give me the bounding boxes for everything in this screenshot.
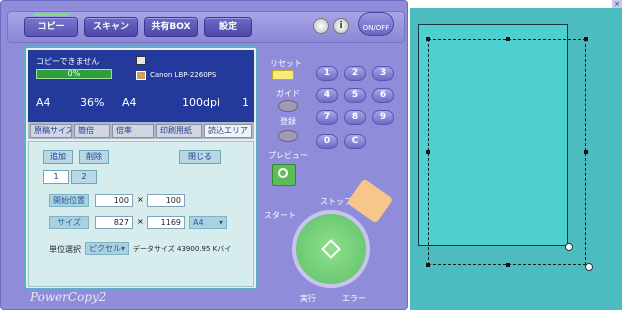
key-4[interactable]: 4	[316, 88, 338, 103]
preview-button[interactable]	[272, 164, 296, 186]
reset-button[interactable]	[272, 70, 294, 80]
resize-handle[interactable]	[584, 150, 588, 154]
resize-handle[interactable]	[506, 263, 510, 267]
dpi-value: 100dpi	[182, 96, 221, 109]
scan-area-panel: 追加 削除 閉じる 1 2 開始位置 100 × 100 サイズ 827 × 1…	[28, 141, 254, 287]
key-3[interactable]: 3	[372, 66, 394, 81]
resize-handle[interactable]	[426, 150, 430, 154]
key-2[interactable]: 2	[344, 66, 366, 81]
resize-handle[interactable]	[426, 263, 430, 267]
help-icon[interactable]: i	[333, 18, 349, 34]
printer-icon	[136, 56, 146, 65]
unit-select-value: ピクセル	[89, 244, 121, 253]
progress-bar: 0%	[36, 69, 112, 79]
scan-area-selection[interactable]	[428, 39, 586, 265]
key-7[interactable]: 7	[316, 110, 338, 125]
guide-button[interactable]	[278, 100, 298, 112]
page-tab-1[interactable]: 1	[43, 170, 69, 184]
key-1[interactable]: 1	[316, 66, 338, 81]
preview-label: プレビュー	[268, 151, 308, 160]
tab-zoom[interactable]: 倍率	[112, 124, 154, 138]
x-separator-2: ×	[137, 217, 144, 226]
unit-label: 単位選択	[49, 245, 81, 254]
page-marker-1	[565, 243, 573, 251]
reset-label: リセット	[270, 59, 302, 68]
copies-value: 1	[242, 96, 249, 109]
x-separator: ×	[137, 195, 144, 204]
chevron-down-icon: ▾	[218, 218, 223, 227]
power-button[interactable]: ON/OFF	[358, 12, 394, 36]
guide-label: ガイド	[276, 89, 300, 98]
start-y-field[interactable]: 100	[147, 194, 185, 207]
run-label: 実行	[300, 294, 316, 303]
power-label: ON/OFF	[362, 24, 390, 32]
progress-text: 0%	[67, 69, 81, 78]
tab-copy[interactable]: コピー	[24, 13, 78, 37]
tab-shared-box[interactable]: 共有BOX	[144, 17, 198, 37]
tab-original-size[interactable]: 原稿サイズ	[30, 124, 72, 138]
resize-handle[interactable]	[584, 37, 588, 41]
resize-handle[interactable]	[506, 37, 510, 41]
error-label: エラー	[342, 294, 366, 303]
key-0[interactable]: 0	[316, 134, 338, 149]
start-button[interactable]	[292, 210, 370, 288]
tab-print-paper[interactable]: 印刷用紙	[156, 124, 202, 138]
save-button[interactable]	[278, 130, 298, 142]
tab-simple-zoom[interactable]: 簡倍	[74, 124, 110, 138]
paper-in: A4	[36, 96, 51, 109]
zoom-value: 36%	[80, 96, 105, 109]
close-icon[interactable]: ×	[612, 0, 622, 8]
key-clear[interactable]: C	[344, 134, 366, 149]
device-icon	[136, 71, 146, 80]
size-label: サイズ	[49, 216, 89, 229]
resize-handle[interactable]	[426, 37, 430, 41]
magnifier-icon	[278, 168, 288, 178]
save-label: 登録	[280, 117, 296, 126]
tab-scan[interactable]: スキャン	[84, 17, 138, 37]
paper-out: A4	[122, 96, 137, 109]
tab-scan-area[interactable]: 読込エリア	[204, 124, 252, 138]
paper-select[interactable]: A4 ▾	[189, 216, 227, 229]
app-logo: PowerCopy2	[30, 290, 107, 304]
start-position-label: 開始位置	[49, 194, 89, 207]
size-height-field[interactable]: 1169	[147, 216, 185, 229]
key-5[interactable]: 5	[344, 88, 366, 103]
start-x-field[interactable]: 100	[95, 194, 133, 207]
close-button[interactable]: 閉じる	[179, 150, 221, 164]
status-text: コピーできません	[36, 57, 100, 66]
key-6[interactable]: 6	[372, 88, 394, 103]
key-8[interactable]: 8	[344, 110, 366, 125]
unit-select[interactable]: ピクセル ▾	[85, 242, 129, 255]
start-label: スタート	[264, 211, 296, 220]
key-9[interactable]: 9	[372, 110, 394, 125]
info-icon[interactable]	[313, 18, 329, 34]
page-marker-2	[585, 263, 593, 271]
data-size-text: データサイズ 43900.95 Kバイ	[133, 245, 232, 253]
size-width-field[interactable]: 827	[95, 216, 133, 229]
add-button[interactable]: 追加	[43, 150, 73, 164]
page-tab-2[interactable]: 2	[71, 170, 97, 184]
start-icon	[321, 239, 341, 259]
paper-select-value: A4	[193, 218, 204, 227]
copy-panel: コピーできません 0% Canon LBP-2260PS A4 36% A4 1…	[24, 46, 258, 290]
printer-name: Canon LBP-2260PS	[150, 71, 217, 79]
function-tabs: 原稿サイズ 簡倍 倍率 印刷用紙 読込エリア	[28, 122, 254, 139]
chevron-down-icon: ▾	[120, 244, 125, 253]
delete-button[interactable]: 削除	[79, 150, 109, 164]
tab-settings[interactable]: 設定	[204, 17, 252, 37]
